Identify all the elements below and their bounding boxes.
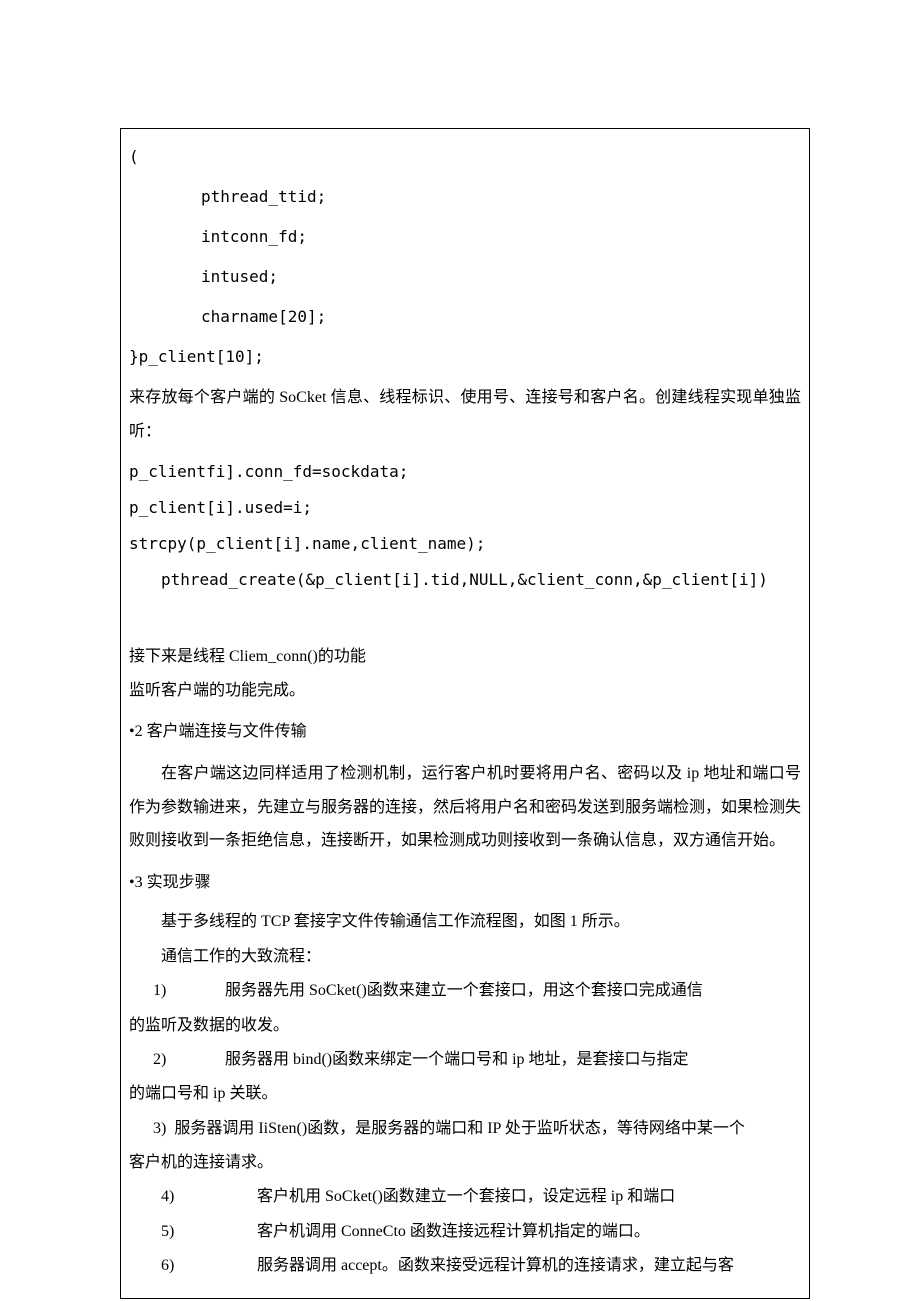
step-text: 服务器调用 IiSten()函数，是服务器的端口和 IP 处于监听状态，等待网络… (174, 1120, 745, 1137)
step-item: 1) 服务器先用 SoCket()函数来建立一个套接口，用这个套接口完成通信 (129, 976, 801, 1006)
listen-done-text: 监听客户端的功能完成。 (129, 674, 801, 708)
step-number: 3) (129, 1120, 166, 1137)
code-line: pthread_create(&p_client[i].tid,NULL,&cl… (129, 568, 801, 592)
code-line: pthread_ttid; (129, 185, 801, 209)
step-continuation: 的端口号和 ip 关联。 (129, 1079, 801, 1109)
code-line: charname[20]; (129, 305, 801, 329)
section-2-body: 在客户端这边同样适用了检测机制，运行客户机时要将用户名、密码以及 ip 地址和端… (129, 757, 801, 858)
code-line: strcpy(p_client[i].name,client_name); (129, 532, 801, 556)
step-number: 2) (129, 1045, 201, 1075)
struct-description: 来存放每个客户端的 SoCket 信息、线程标识、使用号、连接号和客户名。创建线… (129, 381, 801, 448)
section-3-p1: 基于多线程的 TCP 套接字文件传输通信工作流程图，如图 1 所示。 (129, 907, 801, 937)
section-3-title: •3 实现步骤 (129, 866, 801, 900)
code-brace-close: }p_client[10]; (129, 345, 801, 369)
page: ( pthread_ttid; intconn_fd; intused; cha… (0, 0, 920, 1299)
code-brace-open: ( (129, 145, 801, 169)
section-3-p2: 通信工作的大致流程： (129, 942, 801, 972)
step-item: 5) 客户机调用 ConneCto 函数连接远程计算机指定的端口。 (129, 1217, 801, 1247)
section-2-title: •2 客户端连接与文件传输 (129, 715, 801, 749)
code-line: p_client[i].used=i; (129, 496, 801, 520)
step-item: 6) 服务器调用 accept。函数来接受远程计算机的连接请求，建立起与客 (129, 1251, 801, 1281)
step-text: 客户机用 SoCket()函数建立一个套接口，设定远程 ip 和端口 (257, 1188, 675, 1205)
code-line: intused; (129, 265, 801, 289)
code-line: intconn_fd; (129, 225, 801, 249)
code-line: p_clientfi].conn_fd=sockdata; (129, 460, 801, 484)
step-text: 服务器先用 SoCket()函数来建立一个套接口，用这个套接口完成通信 (225, 982, 703, 999)
step-continuation: 的监听及数据的收发。 (129, 1011, 801, 1041)
step-number: 1) (129, 976, 201, 1006)
step-number: 4) (129, 1182, 241, 1212)
step-number: 6) (129, 1251, 241, 1281)
step-item: 4) 客户机用 SoCket()函数建立一个套接口，设定远程 ip 和端口 (129, 1182, 801, 1212)
step-number: 5) (129, 1217, 241, 1247)
step-text: 服务器用 bind()函数来绑定一个端口号和 ip 地址，是套接口与指定 (225, 1051, 689, 1068)
thread-func-text: 接下来是线程 Cliem_conn()的功能 (129, 640, 801, 674)
content-box: ( pthread_ttid; intconn_fd; intused; cha… (120, 128, 810, 1299)
step-item: 2) 服务器用 bind()函数来绑定一个端口号和 ip 地址，是套接口与指定 (129, 1045, 801, 1075)
step-text: 服务器调用 accept。函数来接受远程计算机的连接请求，建立起与客 (257, 1257, 734, 1274)
step-continuation: 客户机的连接请求。 (129, 1148, 801, 1178)
spacer (129, 604, 801, 632)
step-item: 3) 服务器调用 IiSten()函数，是服务器的端口和 IP 处于监听状态，等… (129, 1114, 801, 1144)
step-text: 客户机调用 ConneCto 函数连接远程计算机指定的端口。 (257, 1223, 650, 1240)
